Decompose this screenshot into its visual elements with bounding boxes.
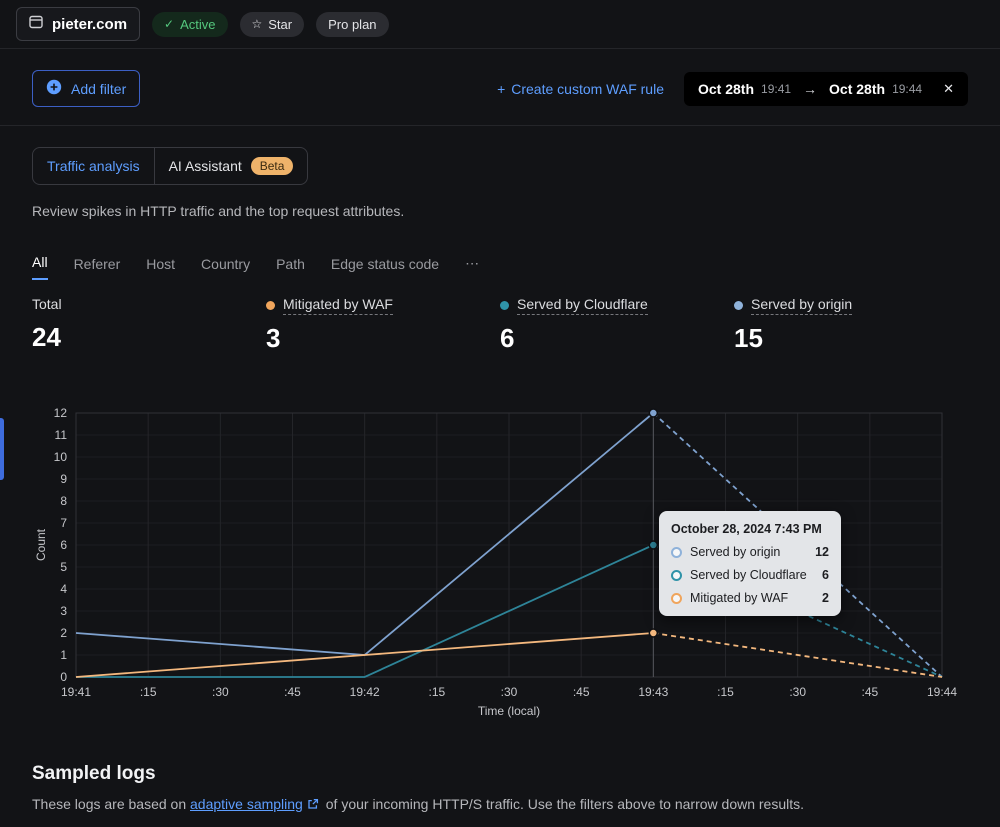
- tooltip-title: October 28, 2024 7:43 PM: [671, 522, 822, 536]
- stat-total: Total 24: [32, 296, 266, 354]
- waf-ring-icon: [671, 592, 682, 604]
- cloudflare-ring-icon: [671, 569, 682, 581]
- domain-selector[interactable]: pieter.com: [16, 7, 141, 41]
- plus-icon: +: [497, 80, 506, 97]
- start-date: Oct 28th: [698, 80, 755, 97]
- origin-stat-label[interactable]: Served by origin: [734, 296, 853, 315]
- filter-bar-right: + Create custom WAF rule Oct 28th 19:41 …: [497, 71, 968, 106]
- cloudflare-stat-value: 6: [500, 323, 515, 353]
- attrtab-host[interactable]: Host: [146, 256, 175, 280]
- sampled-logs-description: These logs are based on adaptive samplin…: [32, 796, 805, 813]
- waf-dot-icon: [266, 301, 275, 310]
- attrtab-country[interactable]: Country: [201, 256, 250, 280]
- svg-text:11: 11: [55, 428, 68, 442]
- tab-traffic-analysis[interactable]: Traffic analysis: [33, 148, 154, 184]
- cloudflare-dot-icon: [500, 301, 509, 310]
- svg-text:7: 7: [60, 516, 67, 530]
- svg-text:8: 8: [60, 494, 67, 508]
- add-filter-button[interactable]: Add filter: [32, 70, 141, 107]
- waf-stat-value: 3: [266, 323, 281, 353]
- svg-text:19:41: 19:41: [61, 685, 91, 699]
- svg-text:0: 0: [60, 670, 67, 684]
- svg-text:Count: Count: [34, 528, 48, 561]
- stat-mitigated-by-waf: Mitigated by WAF 3: [266, 296, 500, 354]
- svg-text:10: 10: [54, 450, 68, 464]
- date-range-picker[interactable]: Oct 28th 19:41 → Oct 28th 19:44 ✕: [684, 71, 968, 106]
- section-description: Review spikes in HTTP traffic and the to…: [32, 203, 405, 219]
- svg-text:19:42: 19:42: [350, 685, 380, 699]
- tab-ai-assistant[interactable]: AI Assistant Beta: [153, 148, 308, 184]
- svg-text:3: 3: [60, 604, 67, 618]
- svg-text:19:43: 19:43: [638, 685, 668, 699]
- check-icon: ✓: [164, 17, 175, 31]
- total-label: Total: [32, 296, 62, 312]
- plus-circle-icon: [46, 79, 62, 98]
- stats-row: Total 24 Mitigated by WAF 3 Served by Cl…: [32, 296, 968, 354]
- svg-text::15: :15: [140, 685, 157, 699]
- svg-text::15: :15: [428, 685, 445, 699]
- star-button[interactable]: ☆ Star: [239, 11, 305, 37]
- attrtab-referer[interactable]: Referer: [74, 256, 121, 280]
- domain-name: pieter.com: [52, 15, 128, 33]
- waf-stat-label[interactable]: Mitigated by WAF: [266, 296, 393, 315]
- plan-badge: Pro plan: [316, 11, 389, 37]
- top-bar: pieter.com ✓ Active ☆ Star Pro plan: [0, 0, 1000, 49]
- svg-text::30: :30: [212, 685, 229, 699]
- svg-text:Time (local): Time (local): [478, 704, 540, 718]
- svg-text::30: :30: [501, 685, 518, 699]
- svg-text::45: :45: [573, 685, 590, 699]
- attrtab-edge-status-code[interactable]: Edge status code: [331, 256, 439, 280]
- total-value: 24: [32, 322, 61, 352]
- svg-text:2: 2: [60, 626, 67, 640]
- adaptive-sampling-link[interactable]: adaptive sampling: [190, 796, 303, 812]
- origin-ring-icon: [671, 546, 682, 558]
- main-content: Traffic analysis AI Assistant Beta Revie…: [0, 126, 1000, 719]
- create-waf-rule-link[interactable]: + Create custom WAF rule: [497, 81, 664, 97]
- svg-text:5: 5: [60, 560, 67, 574]
- filter-bar: Add filter + Create custom WAF rule Oct …: [0, 49, 1000, 126]
- attrtab-all[interactable]: All: [32, 254, 48, 280]
- beta-badge: Beta: [250, 157, 294, 175]
- svg-text:12: 12: [54, 406, 68, 420]
- more-tabs-button[interactable]: ⋯: [465, 255, 481, 280]
- attribute-tabs: All Referer Host Country Path Edge statu…: [32, 254, 968, 280]
- svg-text:9: 9: [60, 472, 67, 486]
- left-edge-indicator: [0, 418, 4, 480]
- analysis-tabbar: Traffic analysis AI Assistant Beta: [32, 147, 309, 185]
- traffic-chart-area: 0 1 2 3 4 5 6 7 8 9 10 11 12 19:41:15:30:45 19:42:15:3…: [32, 401, 968, 719]
- stat-served-by-cloudflare: Served by Cloudflare 6: [500, 296, 734, 354]
- svg-text::30: :30: [789, 685, 806, 699]
- arrow-right-icon: →: [803, 80, 818, 97]
- svg-text:1: 1: [60, 648, 67, 662]
- status-badge: ✓ Active: [152, 11, 228, 37]
- site-icon: [29, 15, 43, 33]
- chart-tooltip: October 28, 2024 7:43 PM Served by origi…: [659, 511, 841, 616]
- svg-text::45: :45: [861, 685, 878, 699]
- stat-served-by-origin: Served by origin 15: [734, 296, 968, 354]
- tooltip-row-origin: Served by origin 12: [671, 545, 829, 559]
- start-time: 19:41: [761, 81, 792, 96]
- close-icon[interactable]: ✕: [943, 81, 954, 97]
- origin-dot-icon: [734, 301, 743, 310]
- svg-text::15: :15: [717, 685, 734, 699]
- svg-text:6: 6: [60, 538, 67, 552]
- star-icon: ☆: [251, 17, 263, 31]
- tooltip-row-waf: Mitigated by WAF 2: [671, 591, 829, 605]
- svg-text:19:44: 19:44: [927, 685, 957, 699]
- cloudflare-stat-label[interactable]: Served by Cloudflare: [500, 296, 648, 315]
- attrtab-path[interactable]: Path: [276, 256, 305, 280]
- svg-text:4: 4: [60, 582, 67, 596]
- origin-stat-value: 15: [734, 323, 763, 353]
- external-link-icon: [307, 797, 319, 813]
- svg-text::45: :45: [284, 685, 301, 699]
- sampled-logs-title: Sampled logs: [32, 763, 156, 784]
- tooltip-row-cloudflare: Served by Cloudflare 6: [671, 568, 829, 582]
- end-time: 19:44: [892, 81, 923, 96]
- end-date: Oct 28th: [829, 80, 886, 97]
- sampled-logs-section: Sampled logs These logs are based on ada…: [0, 719, 1000, 813]
